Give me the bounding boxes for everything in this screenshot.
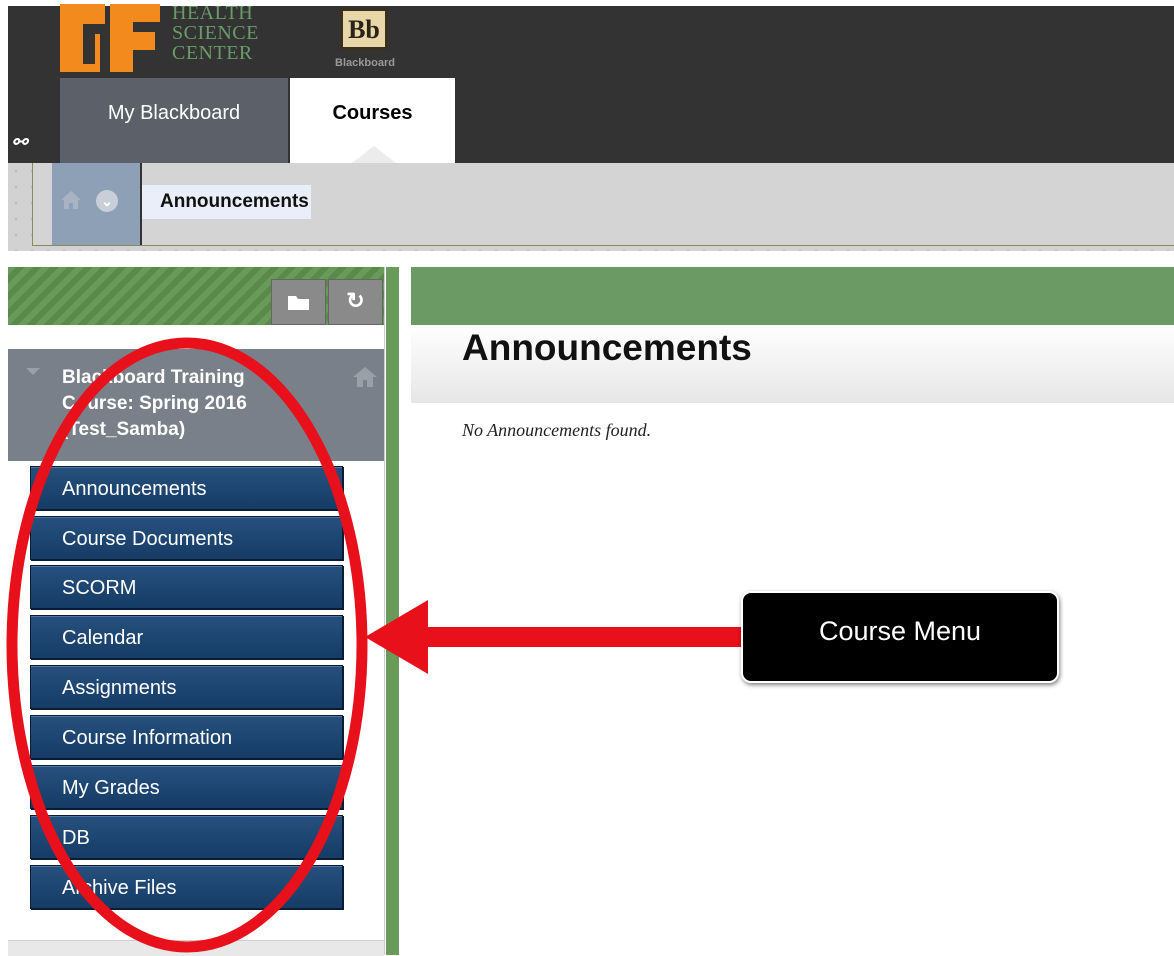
arrow-head [365,600,428,674]
highlight-ellipse [6,337,368,953]
arrow-shaft [420,627,742,647]
callout-label: Course Menu [818,616,982,646]
annotation-overlay [6,337,742,953]
